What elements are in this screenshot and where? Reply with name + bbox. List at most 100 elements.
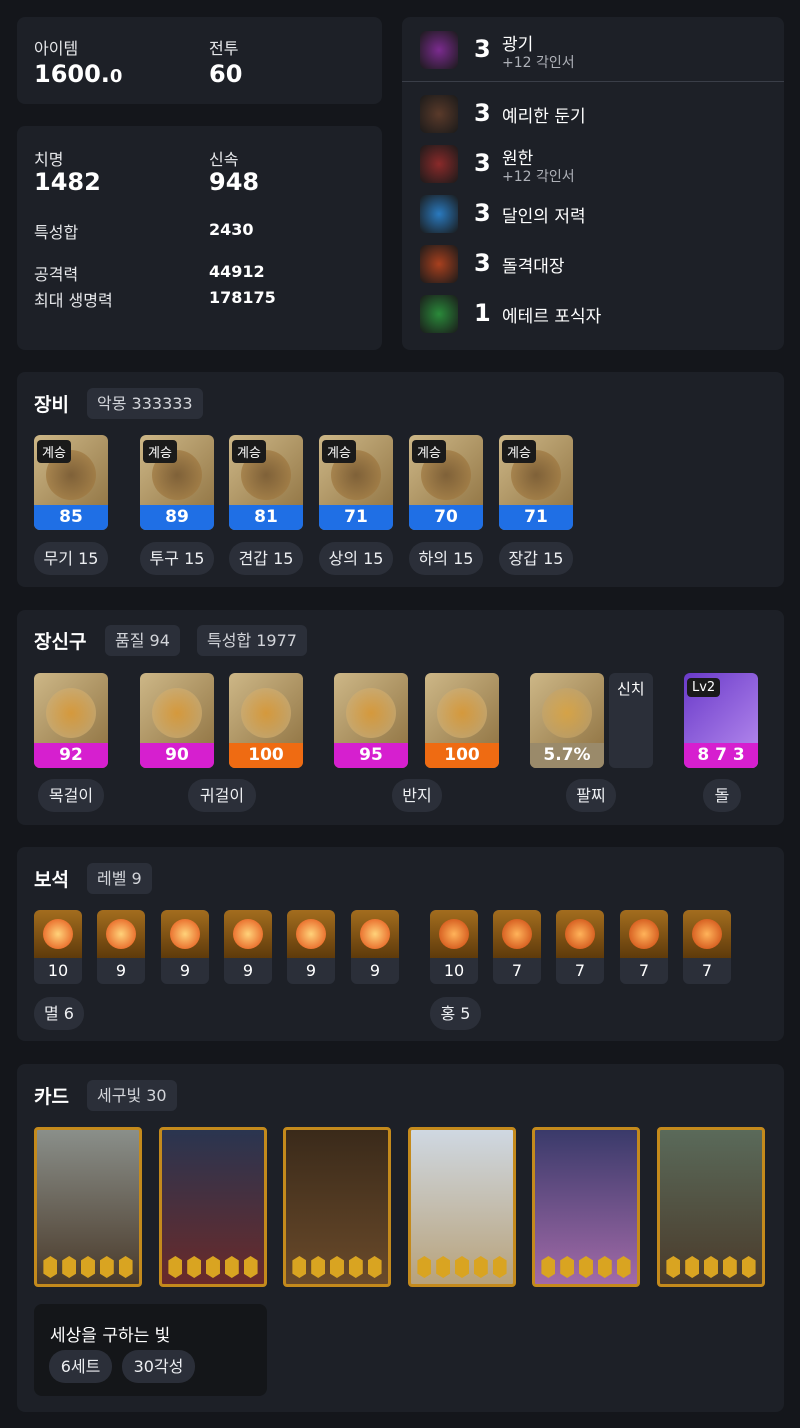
- awakening-gems: [166, 1256, 260, 1280]
- gem-shine: [106, 919, 136, 949]
- gem-level: 10: [47, 961, 69, 980]
- ability-stone[interactable]: Lv2 8 7 3: [684, 673, 758, 768]
- accessory-item[interactable]: 100: [425, 673, 499, 768]
- awakening-gem-icon: [62, 1256, 77, 1278]
- hp-label: 최대 생명력: [34, 291, 113, 310]
- quality-bar: 89: [140, 505, 214, 530]
- accessory-label: 팔찌: [566, 779, 616, 812]
- equipment-item[interactable]: 계승 70: [409, 435, 483, 530]
- awakening-gem-icon: [685, 1256, 700, 1278]
- equipment-item[interactable]: 계승 89: [140, 435, 214, 530]
- quality-bar: 85: [34, 505, 108, 530]
- card[interactable]: [283, 1127, 391, 1287]
- gem-slot[interactable]: 9: [97, 910, 145, 984]
- total-stat-value: 2430: [209, 220, 254, 239]
- quality-bar: 92: [34, 743, 108, 768]
- set-chip: 악몽 333333: [87, 388, 203, 419]
- annihilation-gem-icon: [224, 910, 272, 958]
- accessories-title: 장신구: [34, 631, 87, 653]
- engraving-row[interactable]: 3 달인의 저력: [402, 189, 784, 239]
- equipment-title: 장비: [34, 394, 69, 416]
- accessory-item[interactable]: 100: [229, 673, 303, 768]
- engraving-name: 돌격대장: [502, 257, 565, 277]
- accessory-item[interactable]: 95: [334, 673, 408, 768]
- crimson-gem-icon: [493, 910, 541, 958]
- crimson-gem-icon: [556, 910, 604, 958]
- equipment-item[interactable]: 계승 81: [229, 435, 303, 530]
- bracelet[interactable]: 5.7%: [530, 673, 604, 768]
- item-level-panel: 아이템 1600.0 전투 60: [17, 17, 382, 104]
- gem-slot[interactable]: 7: [556, 910, 604, 984]
- awakening-gem-icon: [560, 1256, 575, 1278]
- accessory-label: 반지: [392, 779, 442, 812]
- awakening-gem-icon: [43, 1256, 58, 1278]
- engraving-row[interactable]: 3 돌격대장: [402, 239, 784, 289]
- awakening-gem-icon: [168, 1256, 183, 1278]
- awakening-gem-icon: [99, 1256, 114, 1278]
- gem-level: 7: [638, 961, 650, 980]
- accessory-item[interactable]: 92: [34, 673, 108, 768]
- engraving-row[interactable]: 1 에테르 포식자: [402, 289, 784, 339]
- quality-bar: 70: [409, 505, 483, 530]
- gem-level: 7: [701, 961, 713, 980]
- gem-slot[interactable]: 7: [493, 910, 541, 984]
- equipment-item[interactable]: 계승 71: [319, 435, 393, 530]
- stats-panel: 치명 1482 신속 948 특성합 2430 공격력 44912 최대 생명력…: [17, 126, 382, 350]
- gem-shine: [360, 919, 390, 949]
- quality-bar: 90: [140, 743, 214, 768]
- gem-slot[interactable]: 7: [620, 910, 668, 984]
- card-set-box: 세상을 구하는 빛 6세트 30각성: [34, 1304, 267, 1396]
- gem-level: 7: [511, 961, 523, 980]
- awakening-gem-icon: [80, 1256, 95, 1278]
- gem-slot[interactable]: 7: [683, 910, 731, 984]
- card[interactable]: [34, 1127, 142, 1287]
- gem-level: 9: [242, 961, 254, 980]
- crimson-gem-icon: [620, 910, 668, 958]
- accessory-icon: [241, 688, 291, 738]
- cards-title: 카드: [34, 1086, 69, 1108]
- accessory-icon: [437, 688, 487, 738]
- gem-slot[interactable]: 10: [34, 910, 82, 984]
- quality-bar: 71: [319, 505, 393, 530]
- gem-shine: [692, 919, 722, 949]
- gem-slot[interactable]: 9: [287, 910, 335, 984]
- awakening-gems: [539, 1256, 633, 1280]
- card[interactable]: [532, 1127, 640, 1287]
- crit-label: 치명: [34, 150, 64, 169]
- gem-slot[interactable]: 10: [430, 910, 478, 984]
- gem-shine: [296, 919, 326, 949]
- card[interactable]: [159, 1127, 267, 1287]
- bracelet-value: 5.7%: [530, 743, 604, 768]
- equipment-label: 하의 15: [409, 542, 483, 575]
- madness-icon: [420, 31, 458, 69]
- accessory-item[interactable]: 90: [140, 673, 214, 768]
- gem-slot[interactable]: 9: [351, 910, 399, 984]
- equipment-item[interactable]: 계승 85: [34, 435, 108, 530]
- awakening-gem-icon: [703, 1256, 718, 1278]
- gem-slot[interactable]: 9: [224, 910, 272, 984]
- quality-bar: 71: [499, 505, 573, 530]
- equipment-item[interactable]: 계승 71: [499, 435, 573, 530]
- attack-value: 44912: [209, 262, 265, 281]
- bracelet-icon: [542, 688, 592, 738]
- engraving-row[interactable]: 3 원한 +12 각인서: [402, 139, 784, 189]
- accessory-icon: [346, 688, 396, 738]
- awakening-gem-icon: [224, 1256, 239, 1278]
- gem-shine: [170, 919, 200, 949]
- awakening-gem-icon: [666, 1256, 681, 1278]
- engraving-row[interactable]: 3 광기 +12 각인서: [402, 25, 784, 75]
- gem-slot[interactable]: 9: [161, 910, 209, 984]
- card-awaken-tag: 30각성: [122, 1350, 195, 1383]
- card-chip: 세구빛 30: [87, 1080, 177, 1111]
- quality-bar: 100: [229, 743, 303, 768]
- quality-chip: 품질 94: [105, 625, 180, 656]
- engraving-row[interactable]: 3 예리한 둔기: [402, 89, 784, 139]
- awakening-gems: [415, 1256, 509, 1280]
- annihilation-gem-icon: [97, 910, 145, 958]
- card[interactable]: [657, 1127, 765, 1287]
- equipment-label: 장갑 15: [499, 542, 573, 575]
- accessory-icon: [152, 688, 202, 738]
- inherit-tag: 계승: [412, 440, 446, 463]
- gems-title: 보석: [34, 869, 69, 891]
- card[interactable]: [408, 1127, 516, 1287]
